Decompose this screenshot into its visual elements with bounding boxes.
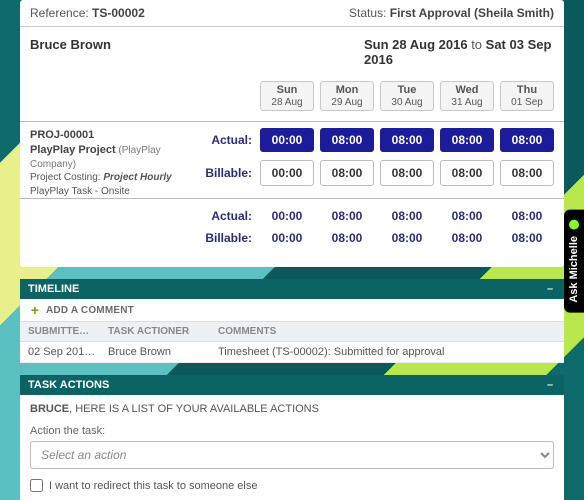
instruction-name: BRUCE [30,403,69,415]
person-date-row: Bruce Brown Sun 28 Aug 2016 to Sat 03 Se… [20,27,564,77]
minimize-icon[interactable]: – [544,283,556,295]
sum-actual-label: Actual: [182,209,254,223]
row-comments: Timesheet (TS-00002): Submitted for appr… [218,346,556,358]
actual-value[interactable]: 08:00 [320,128,374,152]
task-actions-title: TASK ACTIONS [28,379,109,391]
billable-input[interactable] [500,160,554,186]
actual-value[interactable]: 08:00 [440,128,494,152]
add-comment-link[interactable]: ADD A COMMENT [46,305,134,316]
timesheet-panel: Reference: TS-00002 Status: First Approv… [20,0,564,267]
minimize-icon[interactable]: – [544,379,556,391]
actual-label: Actual: [182,133,254,147]
sum-billable: 08:00 [320,231,374,245]
reference-label: Reference: [30,6,89,20]
timeline-title: TIMELINE [28,283,79,295]
sum-actual: 08:00 [320,209,374,223]
status-value: First Approval (Sheila Smith) [390,6,554,20]
range-start: Sun 28 Aug 2016 [364,37,468,52]
ask-label: Ask Michelle [568,236,580,303]
sum-billable-label: Billable: [182,231,254,245]
project-task: PlayPlay Task - Onsite [30,185,180,199]
day-header[interactable]: Tue30 Aug [380,81,434,111]
actual-value[interactable]: 08:00 [380,128,434,152]
task-actions-bar[interactable]: TASK ACTIONS – [20,375,564,395]
instruction-rest: , HERE IS A LIST OF YOUR AVAILABLE ACTIO… [69,403,319,415]
col-comments: COMMENTS [218,326,556,337]
billable-input[interactable] [260,160,314,186]
person-name: Bruce Brown [30,37,111,52]
day-header[interactable]: Wed31 Aug [440,81,494,111]
ask-tab[interactable]: Ask Michelle [564,210,584,313]
day-header[interactable]: Thu01 Sep [500,81,554,111]
project-entry-row: PROJ-00001 PlayPlay Project (PlayPlay Co… [20,122,564,199]
action-select[interactable]: Select an action [30,441,554,469]
project-name: PlayPlay Project [30,144,116,156]
sum-billable: 08:00 [500,231,554,245]
billable-label: Billable: [182,166,254,180]
col-actioner: TASK ACTIONER [108,326,218,337]
actions-instruction: BRUCE, HERE IS A LIST OF YOUR AVAILABLE … [30,403,554,415]
project-info: PROJ-00001 PlayPlay Project (PlayPlay Co… [30,128,180,198]
actual-value[interactable]: 08:00 [500,128,554,152]
timeline-header: SUBMITTE… TASK ACTIONER COMMENTS [20,322,564,342]
sum-actual: 08:00 [440,209,494,223]
sum-actual: 08:00 [380,209,434,223]
day-headers: Sun28 Aug Mon29 Aug Tue30 Aug Wed31 Aug … [20,77,564,122]
reference-value: TS-00002 [92,6,145,20]
range-to: to [471,37,482,52]
status-label: Status: [349,6,386,20]
action-field-label: Action the task: [30,425,554,437]
task-actions-panel: TASK ACTIONS – BRUCE, HERE IS A LIST OF … [20,375,564,500]
redirect-checkbox[interactable] [30,479,43,492]
billable-input[interactable] [440,160,494,186]
sum-billable: 08:00 [440,231,494,245]
day-header[interactable]: Sun28 Aug [260,81,314,111]
timeline-row: 02 Sep 201… Bruce Brown Timesheet (TS-00… [20,342,564,363]
actual-value[interactable]: 00:00 [260,128,314,152]
row-actioner: Bruce Brown [108,346,218,358]
costing-label: Project Costing: [30,172,101,183]
header-reference-status: Reference: TS-00002 Status: First Approv… [20,0,564,27]
costing-value: Project Hourly [103,172,171,183]
summary-row: Actual: 00:00 08:00 08:00 08:00 08:00 Bi… [20,199,564,267]
day-header[interactable]: Mon29 Aug [320,81,374,111]
entry-grid: Actual: 00:00 08:00 08:00 08:00 08:00 Bi… [180,128,554,194]
row-submitted: 02 Sep 201… [28,346,108,358]
date-range: Sun 28 Aug 2016 to Sat 03 Sep 2016 [364,37,554,67]
timeline-bar[interactable]: TIMELINE – [20,279,564,299]
project-code: PROJ-00001 [30,128,180,143]
billable-input[interactable] [380,160,434,186]
billable-input[interactable] [320,160,374,186]
sum-actual: 00:00 [260,209,314,223]
plus-icon: + [28,303,42,317]
timeline-panel: TIMELINE – + ADD A COMMENT SUBMITTE… TAS… [20,279,564,363]
col-submitted: SUBMITTE… [28,326,108,337]
sum-billable: 08:00 [380,231,434,245]
presence-dot-icon [569,220,579,230]
add-comment-row[interactable]: + ADD A COMMENT [20,299,564,322]
redirect-label: I want to redirect this task to someone … [49,480,258,492]
sum-billable: 00:00 [260,231,314,245]
sum-actual: 08:00 [500,209,554,223]
